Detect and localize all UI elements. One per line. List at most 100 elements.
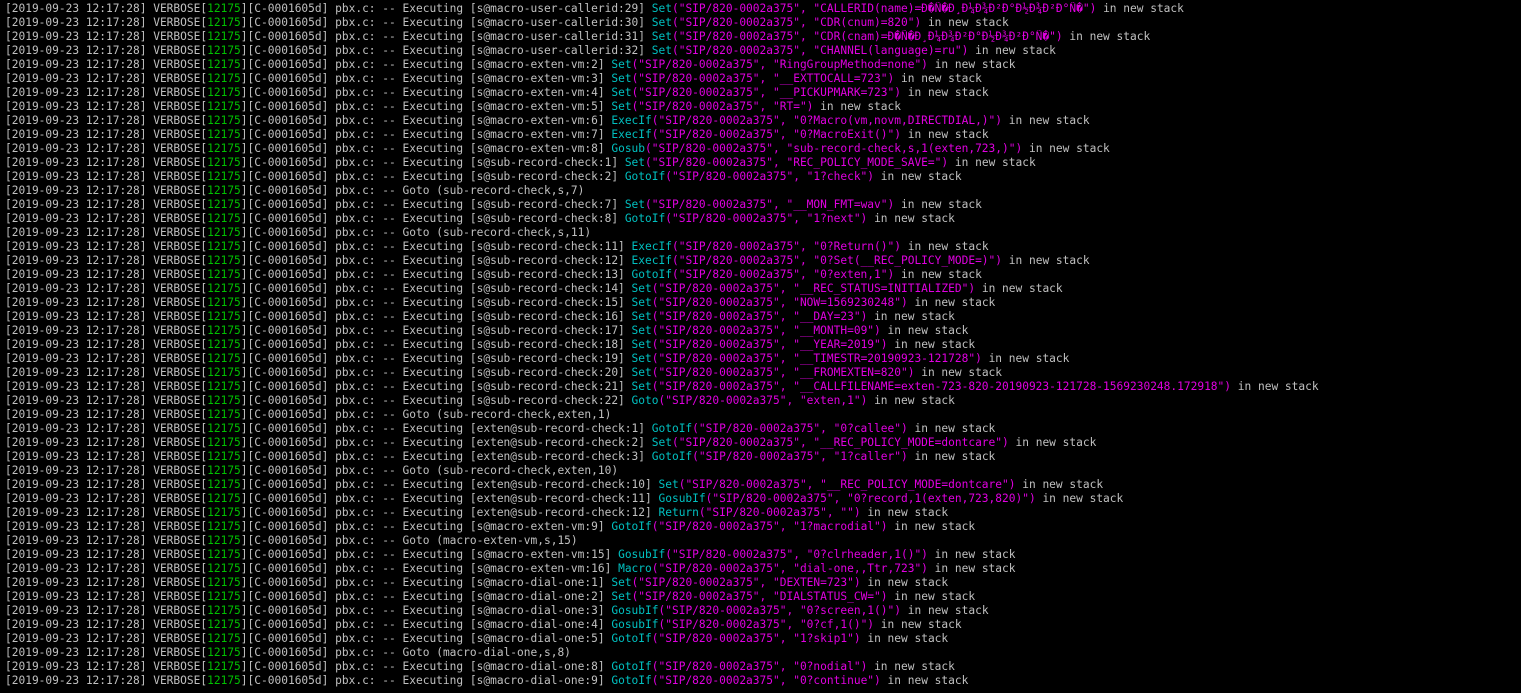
log-line: [2019-09-23 12:17:28] VERBOSE[12175][C-0… (5, 548, 1016, 561)
log-source: pbx.c: (335, 548, 376, 561)
log-source: pbx.c: (335, 464, 376, 477)
log-command: GotoIf (651, 422, 693, 435)
log-line: [2019-09-23 12:17:28] VERBOSE[12175][C-0… (5, 310, 955, 323)
log-timestamp: [2019-09-23 12:17:28] (5, 324, 147, 337)
log-source: pbx.c: (335, 646, 376, 659)
log-timestamp: [2019-09-23 12:17:28] (5, 646, 147, 659)
log-executing-label: -- Executing (382, 86, 464, 99)
log-pid: 12175 (207, 660, 241, 673)
log-command: Gosub (611, 142, 646, 155)
log-pid: 12175 (207, 44, 241, 57)
log-level: VERBOSE (153, 226, 201, 239)
log-line: [2019-09-23 12:17:28] VERBOSE[12175][C-0… (5, 58, 1016, 71)
log-pid: 12175 (207, 590, 241, 603)
log-channel-id: [C-0001605d] (247, 590, 329, 603)
log-channel-id: [C-0001605d] (247, 492, 329, 505)
log-executing-label: -- Executing (382, 324, 464, 337)
log-pid: 12175 (207, 282, 241, 295)
log-suffix: in new stack (934, 58, 1016, 71)
log-command: GotoIf (624, 170, 666, 183)
log-arguments: ("SIP/820-0002a375", "1?caller") (692, 450, 908, 463)
log-executing-label: -- Executing (382, 394, 464, 407)
log-channel-id: [C-0001605d] (247, 156, 329, 169)
log-context: [s@sub-record-check:22] (469, 394, 625, 407)
log-channel-id: [C-0001605d] (247, 506, 329, 519)
log-context: [s@macro-user-callerid:29] (469, 2, 645, 15)
log-source: pbx.c: (335, 44, 376, 57)
log-channel-id: [C-0001605d] (247, 240, 329, 253)
log-source: pbx.c: (335, 632, 376, 645)
log-channel-id: [C-0001605d] (247, 618, 329, 631)
log-line: [2019-09-23 12:17:28] VERBOSE[12175][C-0… (5, 156, 1036, 169)
log-timestamp: [2019-09-23 12:17:28] (5, 100, 147, 113)
log-executing-label: -- Executing (382, 128, 464, 141)
log-arguments: ("SIP/820-0002a375", "0?record,1(exten,7… (705, 492, 1036, 505)
log-pid: 12175 (207, 212, 241, 225)
log-line: [2019-09-23 12:17:28] VERBOSE[12175][C-0… (5, 674, 969, 687)
log-suffix: in new stack (867, 506, 949, 519)
log-source: pbx.c: (335, 310, 376, 323)
log-source: pbx.c: (335, 618, 376, 631)
log-line: [2019-09-23 12:17:28] VERBOSE[12175][C-0… (5, 646, 571, 659)
log-suffix: in new stack (907, 86, 989, 99)
log-timestamp: [2019-09-23 12:17:28] (5, 338, 147, 351)
log-arguments: ("SIP/820-0002a375", "DEXTEN=723") (631, 576, 861, 589)
log-executing-label: -- Executing (382, 422, 464, 435)
log-line: [2019-09-23 12:17:28] VERBOSE[12175][C-0… (5, 394, 955, 407)
log-arguments: ("SIP/820-0002a375", "__EXTTOCALL=723") (631, 72, 895, 85)
log-executing-label: -- Executing (382, 310, 464, 323)
log-channel-id: [C-0001605d] (247, 632, 329, 645)
log-context: [s@macro-exten-vm:6] (469, 114, 605, 127)
log-source: pbx.c: (335, 394, 376, 407)
log-line: [2019-09-23 12:17:28] VERBOSE[12175][C-0… (5, 408, 612, 421)
log-command: Set (611, 58, 632, 71)
log-channel-id: [C-0001605d] (247, 72, 329, 85)
log-command: GotoIf (631, 268, 672, 281)
log-pid: 12175 (207, 492, 241, 505)
log-command: Set (611, 72, 632, 85)
log-executing-label: -- Executing (382, 380, 464, 393)
log-channel-id: [C-0001605d] (247, 30, 329, 43)
log-context: [exten@sub-record-check:12] (469, 506, 652, 519)
log-source: pbx.c: (335, 100, 376, 113)
log-context: [s@sub-record-check:11] (469, 240, 625, 253)
log-timestamp: [2019-09-23 12:17:28] (5, 674, 147, 687)
log-level: VERBOSE (153, 212, 201, 225)
log-pid: 12175 (207, 296, 241, 309)
log-suffix: in new stack (1015, 436, 1097, 449)
log-command: Set (631, 324, 652, 337)
log-timestamp: [2019-09-23 12:17:28] (5, 618, 147, 631)
terminal-window[interactable]: [2019-09-23 12:17:28] VERBOSE[12175][C-0… (0, 0, 1521, 693)
log-level: VERBOSE (153, 380, 201, 393)
log-timestamp: [2019-09-23 12:17:28] (5, 660, 147, 673)
log-line: [2019-09-23 12:17:28] VERBOSE[12175][C-0… (5, 114, 1090, 127)
log-suffix: in new stack (901, 268, 982, 281)
log-arguments: ("SIP/820-0002a375", "0?exten,1") (671, 268, 895, 281)
log-source: pbx.c: (335, 58, 376, 71)
log-source: pbx.c: (335, 254, 376, 267)
log-source: pbx.c: (335, 562, 376, 575)
log-line: [2019-09-23 12:17:28] VERBOSE[12175][C-0… (5, 590, 976, 603)
log-source: pbx.c: (335, 450, 376, 463)
log-line: [2019-09-23 12:17:28] VERBOSE[12175][C-0… (5, 184, 585, 197)
log-timestamp: [2019-09-23 12:17:28] (5, 408, 147, 421)
log-source: pbx.c: (335, 408, 376, 421)
log-context: [s@sub-record-check:7] (469, 198, 619, 211)
log-timestamp: [2019-09-23 12:17:28] (5, 184, 147, 197)
log-context: [s@macro-dial-one:5] (469, 632, 605, 645)
log-channel-id: [C-0001605d] (247, 436, 329, 449)
log-executing-label: -- Executing (382, 632, 464, 645)
log-level: VERBOSE (153, 394, 201, 407)
log-context: [s@sub-record-check:21] (469, 380, 625, 393)
log-goto-text: Goto (macro-exten-vm,s,15) (402, 534, 578, 547)
log-source: pbx.c: (335, 2, 376, 15)
log-arguments: ("SIP/820-0002a375", "__MON_FMT=wav") (645, 198, 895, 211)
log-executing-label: -- Executing (382, 562, 464, 575)
log-pid: 12175 (207, 170, 241, 183)
log-line: [2019-09-23 12:17:28] VERBOSE[12175][C-0… (5, 100, 901, 113)
log-command: GotoIf (611, 674, 652, 687)
log-context: [s@macro-exten-vm:15] (469, 548, 612, 561)
log-pid: 12175 (207, 366, 241, 379)
log-channel-id: [C-0001605d] (247, 296, 329, 309)
log-executing-label: -- Executing (382, 590, 464, 603)
